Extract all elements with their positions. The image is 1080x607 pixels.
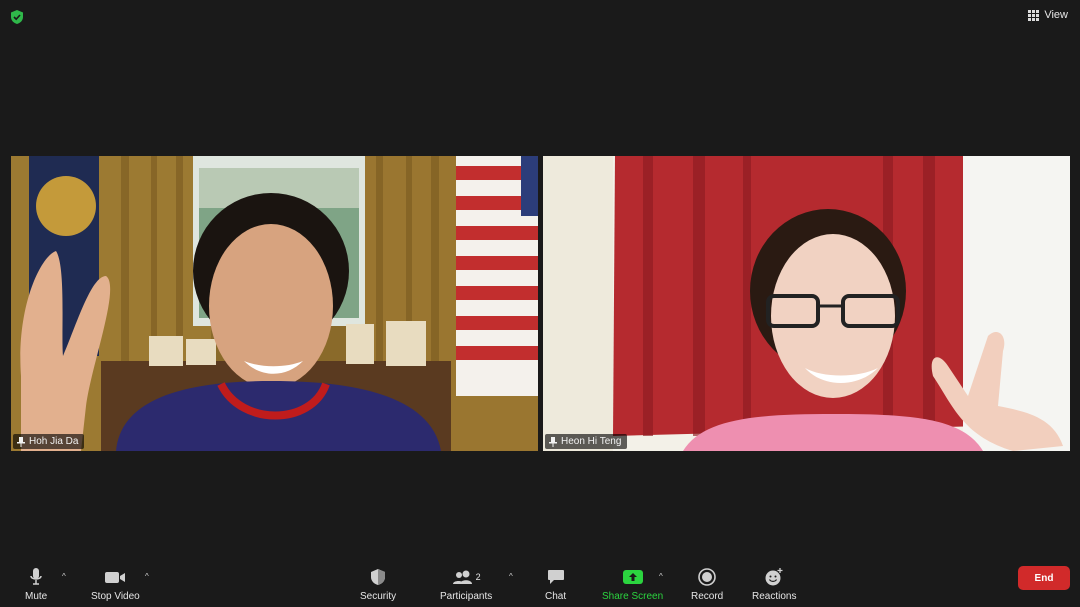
participant-name: Hoh Jia Da <box>29 436 79 447</box>
security-button[interactable]: Security <box>360 565 396 602</box>
participant-name: Heon Hi Teng <box>561 436 622 447</box>
video-tile-2[interactable]: Heon Hi Teng <box>543 156 1070 451</box>
record-icon <box>698 568 716 586</box>
video-feed-2 <box>543 156 1070 451</box>
stop-video-label: Stop Video <box>91 591 140 602</box>
security-shield-icon <box>371 569 386 585</box>
chat-label: Chat <box>545 591 567 602</box>
share-screen-icon <box>622 570 643 584</box>
view-label: View <box>1044 9 1068 21</box>
chat-button[interactable]: Chat <box>545 565 566 602</box>
participants-label: Participants <box>440 591 493 602</box>
participants-icon <box>452 570 472 584</box>
pin-icon <box>17 436 25 447</box>
security-label: Security <box>360 591 397 602</box>
share-screen-button[interactable]: Share Screen <box>602 565 663 602</box>
video-options-caret-icon[interactable]: ^ <box>145 572 149 581</box>
mute-button[interactable]: Mute <box>25 565 47 602</box>
participants-count: 2 <box>475 572 481 582</box>
video-tile-1[interactable]: Hoh Jia Da <box>11 156 538 451</box>
video-feed-1 <box>11 156 538 451</box>
encryption-shield-icon[interactable] <box>9 9 25 25</box>
end-meeting-button[interactable]: End <box>1018 566 1070 590</box>
grid-icon <box>1028 9 1040 21</box>
participant-name-tag: Hoh Jia Da <box>13 434 85 449</box>
participants-button[interactable]: 2 Participants <box>440 565 492 602</box>
stop-video-button[interactable]: Stop Video <box>91 565 140 602</box>
view-button[interactable]: View <box>1028 6 1068 24</box>
share-options-caret-icon[interactable]: ^ <box>659 572 663 581</box>
pin-icon <box>549 436 557 447</box>
participant-name-tag: Heon Hi Teng <box>545 434 628 449</box>
audio-options-caret-icon[interactable]: ^ <box>62 572 66 581</box>
participants-options-caret-icon[interactable]: ^ <box>509 572 513 581</box>
reactions-smiley-icon <box>765 568 783 586</box>
reactions-button[interactable]: Reactions <box>752 565 796 602</box>
chat-bubble-icon <box>547 570 564 584</box>
record-label: Record <box>691 591 724 602</box>
mute-label: Mute <box>25 591 48 602</box>
video-camera-icon <box>105 572 126 583</box>
share-screen-label: Share Screen <box>602 591 664 602</box>
meeting-toolbar: Mute ^ Stop Video ^ Security 2 Participa… <box>0 561 1080 607</box>
microphone-icon <box>30 568 42 585</box>
reactions-label: Reactions <box>752 591 797 602</box>
record-button[interactable]: Record <box>691 565 723 602</box>
